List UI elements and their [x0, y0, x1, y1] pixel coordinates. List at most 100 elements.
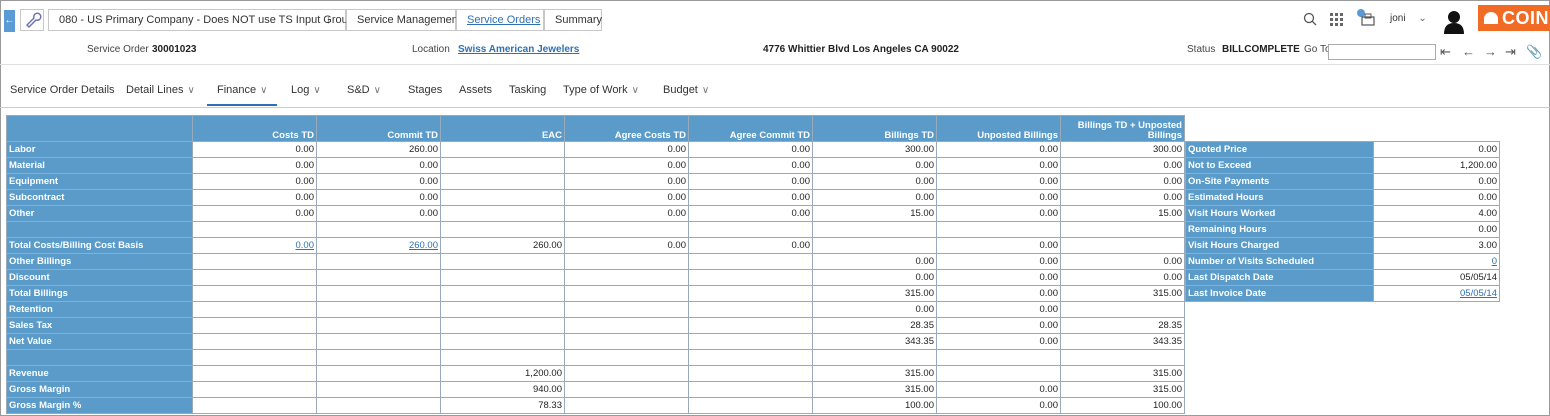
last-record-icon[interactable]: ⇥: [1505, 44, 1516, 60]
table-cell: 15.00: [812, 205, 937, 222]
table-cell[interactable]: 0.00: [192, 237, 317, 254]
table-cell: [688, 397, 813, 414]
table-cell: 0.00: [1060, 157, 1185, 174]
tab-service-order-details[interactable]: Service Order Details: [10, 78, 115, 106]
location-link[interactable]: Swiss American Jewelers: [458, 44, 579, 55]
company-selector[interactable]: 080 - US Primary Company - Does NOT use …: [48, 9, 359, 31]
chevron-down-icon[interactable]: ∨: [313, 85, 320, 96]
tab-stages[interactable]: Stages: [408, 78, 442, 106]
table-cell: 315.00: [812, 381, 937, 398]
brand-logo: COIN: [1478, 5, 1550, 31]
finance-table: Costs TD Commit TD EAC Agree Costs TD Agree …: [6, 115, 1185, 414]
row-label: Other Billings: [6, 253, 193, 270]
table-cell: [192, 381, 317, 398]
table-cell: 0.00: [192, 173, 317, 190]
table-cell: [688, 349, 813, 366]
summary-label: Visit Hours Charged: [1185, 237, 1374, 254]
table-cell: 0.00: [564, 157, 689, 174]
back-arrow-icon[interactable]: ←: [4, 10, 15, 32]
tab-tasking[interactable]: Tasking: [509, 78, 546, 106]
blank-corner-cell: [6, 115, 193, 142]
column-header: Agree Costs TD: [564, 115, 689, 142]
summary-label: Not to Exceed: [1185, 157, 1374, 174]
chevron-down-icon[interactable]: ∨: [632, 85, 639, 96]
table-cell: [440, 349, 565, 366]
summary-row: Visit Hours Worked 4.00: [1185, 205, 1500, 222]
table-cell: [440, 317, 565, 334]
cell-link[interactable]: 0.00: [296, 240, 315, 251]
table-cell: 0.00: [936, 141, 1061, 158]
column-header: Agree Commit TD: [688, 115, 813, 142]
table-cell: [564, 333, 689, 350]
tab-label: Stages: [408, 84, 443, 96]
breadcrumb-service-management[interactable]: Service Management: [346, 9, 461, 31]
table-cell: 1,200.00: [440, 365, 565, 382]
breadcrumb-service-orders[interactable]: Service Orders: [456, 9, 544, 31]
tab-log[interactable]: Log ∨: [291, 78, 321, 106]
table-cell: [564, 397, 689, 414]
next-record-icon[interactable]: →: [1484, 44, 1497, 59]
chevron-down-icon[interactable]: ∨: [374, 85, 381, 96]
table-cell[interactable]: 260.00: [316, 237, 441, 254]
print-queue-icon[interactable]: [1354, 8, 1376, 31]
attachment-icon[interactable]: 📎: [1526, 44, 1542, 60]
table-row: Retention 0.00 0.00: [6, 301, 1185, 318]
table-cell: 0.00: [812, 269, 937, 286]
service-order-number: 30001023: [152, 44, 197, 55]
summary-value-link[interactable]: 05/05/14: [1460, 288, 1497, 299]
tab-budget[interactable]: Budget ∨: [663, 78, 709, 106]
summary-label: On-Site Payments: [1185, 173, 1374, 190]
goto-input[interactable]: [1328, 44, 1436, 60]
table-cell: 0.00: [564, 173, 689, 190]
chevron-down-icon[interactable]: ∨: [187, 85, 194, 96]
column-header: Unposted Billings: [936, 115, 1061, 142]
table-cell: 0.00: [936, 397, 1061, 414]
summary-value[interactable]: 0: [1373, 253, 1500, 270]
cell-link[interactable]: 260.00: [409, 240, 438, 251]
row-label: Gross Margin %: [6, 397, 193, 414]
summary-value-link[interactable]: 0: [1492, 256, 1497, 267]
first-record-icon[interactable]: ⇤: [1440, 44, 1451, 60]
tab-type-of-work[interactable]: Type of Work ∨: [563, 78, 639, 106]
tab-finance[interactable]: Finance ∨: [207, 78, 278, 106]
table-cell: [316, 253, 441, 270]
table-cell: 940.00: [440, 381, 565, 398]
summary-row: Estimated Hours 0.00: [1185, 189, 1500, 206]
table-cell: 0.00: [316, 173, 441, 190]
row-label: Subcontract: [6, 189, 193, 206]
table-cell: 0.00: [1060, 253, 1185, 270]
table-cell: 0.00: [192, 205, 317, 222]
breadcrumb-summary[interactable]: Summary: [544, 9, 602, 31]
tab-bar-underline: [0, 107, 1550, 108]
user-menu[interactable]: joni ⌄: [1390, 13, 1427, 24]
table-row: Equipment 0.00 0.00 0.00 0.00 0.00 0.00 0.00: [6, 173, 1185, 190]
table-cell: [688, 269, 813, 286]
tab-assets[interactable]: Assets: [459, 78, 492, 106]
search-icon[interactable]: [1303, 12, 1317, 29]
tab-detail-lines[interactable]: Detail Lines ∨: [126, 78, 195, 106]
apps-grid-icon[interactable]: [1330, 13, 1343, 29]
table-row: [6, 349, 1185, 366]
summary-row: Quoted Price 0.00: [1185, 141, 1500, 158]
previous-record-icon[interactable]: ←: [1462, 44, 1475, 59]
table-cell: [192, 301, 317, 318]
table-cell: [440, 333, 565, 350]
summary-row: Visit Hours Charged 3.00: [1185, 237, 1500, 254]
company-label: 080 - US Primary Company - Does NOT use …: [59, 14, 360, 26]
avatar-icon[interactable]: [1443, 10, 1465, 37]
table-cell: 28.35: [812, 317, 937, 334]
row-label: Revenue: [6, 365, 193, 382]
summary-value[interactable]: 05/05/14: [1373, 285, 1500, 302]
row-label: Discount: [6, 269, 193, 286]
table-cell: [1060, 237, 1185, 254]
tab-s-d[interactable]: S&D ∨: [347, 78, 381, 106]
breadcrumb-label: Service Management: [357, 14, 461, 26]
table-cell: [564, 253, 689, 270]
table-cell: [936, 349, 1061, 366]
row-label: Other: [6, 205, 193, 222]
table-cell: [316, 317, 441, 334]
wrench-icon[interactable]: [20, 9, 44, 31]
chevron-down-icon[interactable]: ∨: [260, 85, 267, 96]
chevron-down-icon[interactable]: ∨: [702, 85, 709, 96]
table-cell: 300.00: [1060, 141, 1185, 158]
